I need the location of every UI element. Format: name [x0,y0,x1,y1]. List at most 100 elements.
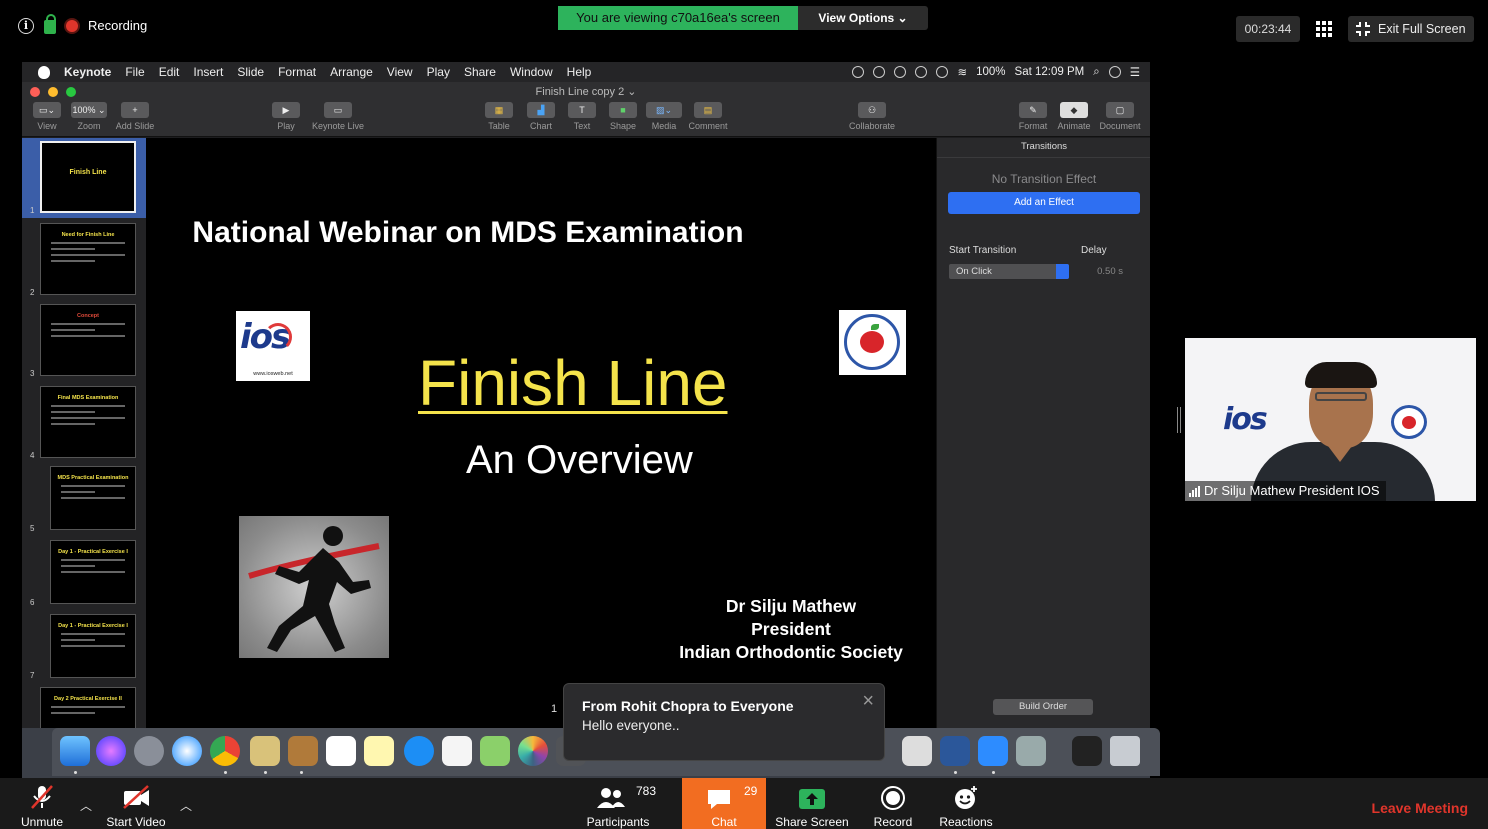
shape-button[interactable]: ■ Shape [606,102,640,131]
signal-strength-icon [1189,485,1200,497]
resize-handle[interactable] [1177,407,1181,433]
exit-full-screen-button[interactable]: Exit Full Screen [1348,16,1474,42]
notification-center-icon[interactable]: ☰ [1130,65,1140,79]
runner-silhouette-icon [248,526,380,652]
start-video-button[interactable]: Start Video [100,778,172,829]
view-button[interactable]: ▭⌄ View [30,102,64,131]
add-effect-button[interactable]: Add an Effect [948,192,1140,214]
preview-icon[interactable] [250,736,280,766]
start-transition-select[interactable]: On Click [949,264,1069,279]
slide-subtitle: An Overview [466,438,693,482]
participant-video-tile[interactable]: ios Dr Silju Mathew President IOS [1185,338,1476,501]
status-icon[interactable] [852,66,865,78]
menu-slide[interactable]: Slide [237,65,264,79]
reactions-button[interactable]: Reactions [934,778,998,829]
zoom-button[interactable]: 100% ⌄ Zoom [70,102,108,131]
menu-keynote[interactable]: Keynote [64,65,111,79]
record-button[interactable]: Record [866,778,920,829]
status-icon[interactable] [873,66,886,78]
menu-file[interactable]: File [125,65,144,79]
app-store-icon[interactable] [404,736,434,766]
document-tab-button[interactable]: ▢ Document [1096,102,1144,131]
play-button[interactable]: ▶ Play [270,102,302,131]
reminders-icon[interactable] [442,736,472,766]
photos-icon[interactable] [518,736,548,766]
slide-thumbnail[interactable]: Final MDS Examination [40,386,136,458]
chart-button[interactable]: ▟ Chart [524,102,558,131]
leave-meeting-button[interactable]: Leave Meeting [1372,800,1468,816]
menu-share[interactable]: Share [464,65,496,79]
finder-icon[interactable] [60,736,90,766]
text-button[interactable]: T Text [565,102,599,131]
document-title[interactable]: Finish Line copy 2 ⌄ [536,86,637,98]
slide-thumbnail[interactable]: Finish Line [40,141,136,213]
chat-button[interactable]: 29 Chat [682,778,766,829]
menu-help[interactable]: Help [567,65,592,79]
slide-canvas[interactable]: National Webinar on MDS Examination ios … [146,138,936,728]
chart-icon: ▟ [527,102,555,118]
word-icon[interactable] [940,736,970,766]
menu-edit[interactable]: Edit [159,65,180,79]
close-icon[interactable]: × [862,690,874,713]
zoom-app-icon[interactable] [978,736,1008,766]
battery-status[interactable]: 100% [976,66,1005,78]
trash-icon[interactable] [1110,736,1140,766]
table-button[interactable]: ▦ Table [482,102,516,131]
keynote-live-button[interactable]: ▭ Keynote Live [308,102,368,131]
build-order-button[interactable]: Build Order [993,699,1093,715]
time-machine-icon[interactable] [915,66,928,78]
zoom-window-icon[interactable] [66,87,76,97]
video-options-caret-icon[interactable]: ︿ [180,797,192,814]
menu-format[interactable]: Format [278,65,316,79]
apple-icon[interactable] [38,65,50,79]
spotlight-icon[interactable]: ⌕ [1093,66,1099,79]
slide-thumbnail[interactable]: MDS Practical Examination [50,466,136,530]
slide-thumbnail[interactable]: Day 1 - Practical Exercise I [50,614,136,678]
chrome-icon[interactable] [210,736,240,766]
leaf-icon [871,324,879,330]
view-options-button[interactable]: View Options ⌄ [798,6,928,30]
bluetooth-icon[interactable] [936,66,949,78]
menu-play[interactable]: Play [427,65,450,79]
siri-icon[interactable] [96,736,126,766]
slide-thumbnail[interactable]: Day 1 - Practical Exercise I [50,540,136,604]
unmute-button[interactable]: Unmute [12,778,72,829]
transitions-tab[interactable]: Transitions [937,138,1150,158]
siri-icon[interactable] [1108,66,1121,78]
meeting-info-group: i Recording [18,14,147,34]
delay-stepper[interactable]: 0.50 s [1081,264,1137,279]
safari-icon[interactable] [172,736,202,766]
app-icon[interactable] [1072,736,1102,766]
lock-icon[interactable] [44,14,56,34]
menu-insert[interactable]: Insert [193,65,223,79]
participants-button[interactable]: 783 Participants [582,778,656,829]
notes-icon[interactable] [364,736,394,766]
wifi-icon[interactable]: ≋ [957,65,967,79]
maps-icon[interactable] [480,736,510,766]
slide-thumbnail[interactable]: Day 2 Practical Exercise II [40,687,136,728]
menu-window[interactable]: Window [510,65,553,79]
notes-book-icon[interactable] [288,736,318,766]
image-capture-icon[interactable] [1016,736,1046,766]
gallery-grid-icon[interactable] [1316,21,1332,37]
status-icon[interactable] [894,66,907,78]
menu-view[interactable]: View [387,65,413,79]
comment-button[interactable]: ▤ Comment [686,102,730,131]
slide-thumbnail[interactable]: Concept [40,304,136,376]
close-window-icon[interactable] [30,87,40,97]
app-icon[interactable] [902,736,932,766]
launchpad-icon[interactable] [134,736,164,766]
audio-options-caret-icon[interactable]: ︿ [80,797,92,814]
chat-notification[interactable]: From Rohit Chopra to Everyone Hello ever… [563,683,885,761]
media-button[interactable]: ▨⌄ Media [646,102,682,131]
add-slide-button[interactable]: + Add Slide [114,102,156,131]
menu-bar-clock[interactable]: Sat 12:09 PM [1015,66,1085,78]
share-screen-button[interactable]: Share Screen [772,778,852,829]
minimize-window-icon[interactable] [48,87,58,97]
menu-arrange[interactable]: Arrange [330,65,373,79]
info-icon[interactable]: i [18,17,34,34]
collaborate-button[interactable]: ⚇ Collaborate [842,102,902,131]
animate-tab-button[interactable]: ◆ Animate [1054,102,1094,131]
format-tab-button[interactable]: ✎ Format [1014,102,1052,131]
calendar-icon[interactable] [326,736,356,766]
